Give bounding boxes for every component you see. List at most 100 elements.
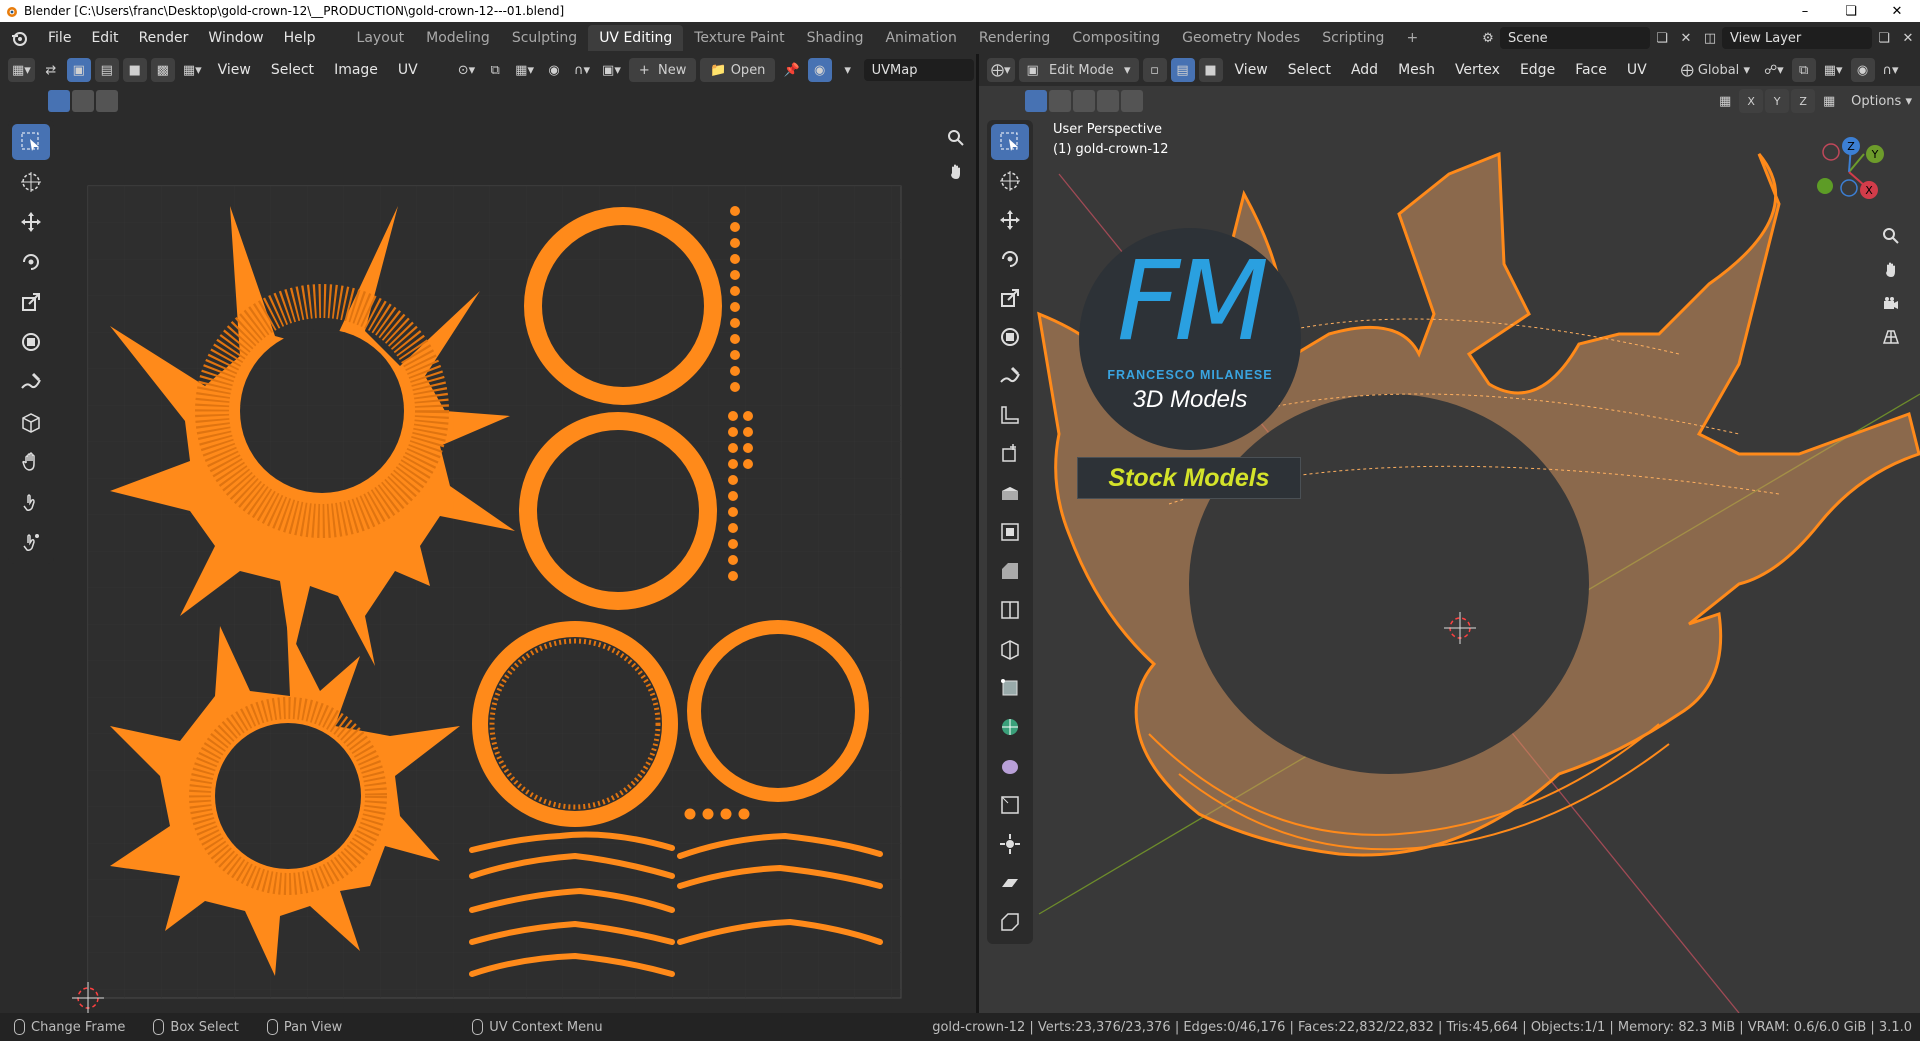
- vp-pan-hand-icon[interactable]: [1877, 256, 1905, 284]
- loop-cut-tool-icon[interactable]: [991, 592, 1029, 628]
- delete-view-layer-icon[interactable]: ✕: [1896, 26, 1920, 50]
- proportional-editing-icon[interactable]: ◉: [1850, 58, 1875, 82]
- view-layer-icon[interactable]: ◫: [1698, 26, 1722, 50]
- knife-tool-icon[interactable]: [991, 631, 1029, 667]
- vp-select-subtract-icon[interactable]: [1073, 90, 1095, 112]
- menu-render[interactable]: Render: [129, 22, 199, 54]
- tab-scripting[interactable]: Scripting: [1311, 25, 1395, 51]
- uvmap-field[interactable]: UVMap: [863, 59, 974, 81]
- image-browse-icon[interactable]: ▣▾: [598, 58, 625, 82]
- open-image-button[interactable]: 📁 Open: [700, 58, 776, 82]
- scale-tool-icon[interactable]: [12, 284, 50, 320]
- mirror-x-toggle[interactable]: X: [1739, 89, 1764, 113]
- vp-move-tool-icon[interactable]: [991, 202, 1029, 238]
- delete-scene-icon[interactable]: ✕: [1674, 26, 1698, 50]
- smooth-tool-icon[interactable]: [991, 748, 1029, 784]
- rip-tool-icon[interactable]: [12, 404, 50, 440]
- vertex-mode-icon[interactable]: ▫: [1142, 58, 1167, 82]
- mirror-y-toggle[interactable]: Y: [1765, 89, 1790, 113]
- select-new-icon[interactable]: [48, 90, 70, 112]
- falloff-icon[interactable]: ∩▾: [570, 58, 594, 82]
- vp-select-box-tool-icon[interactable]: [991, 124, 1029, 160]
- tab-animation[interactable]: Animation: [874, 25, 967, 51]
- auto-merge-icon[interactable]: ▦: [1817, 89, 1841, 113]
- mode-dropdown[interactable]: ▣ Edit Mode ▾: [1018, 58, 1139, 82]
- tab-modeling[interactable]: Modeling: [415, 25, 501, 51]
- snapping-icon[interactable]: ⧉: [1791, 58, 1816, 82]
- vp-zoom-icon[interactable]: [1877, 222, 1905, 250]
- menu-file[interactable]: File: [38, 22, 81, 54]
- mirror-z-toggle[interactable]: Z: [1791, 89, 1816, 113]
- face-mode-icon[interactable]: ■: [1198, 58, 1223, 82]
- pivot-point-icon[interactable]: ☍▾: [1760, 58, 1788, 82]
- viewport-menu-add[interactable]: Add: [1343, 62, 1386, 78]
- rotate-tool-icon[interactable]: [12, 244, 50, 280]
- shrink-fatten-tool-icon[interactable]: [991, 826, 1029, 862]
- snap-icon[interactable]: ⧉: [483, 58, 507, 82]
- options-dropdown[interactable]: Options ▾: [1843, 89, 1920, 113]
- new-view-layer-icon[interactable]: ❏: [1872, 26, 1896, 50]
- pinch-tool-icon[interactable]: [12, 524, 50, 560]
- inset-tool-icon[interactable]: [991, 514, 1029, 550]
- vertex-select-icon[interactable]: ▣: [66, 58, 91, 82]
- mirror-icon[interactable]: ▦: [1713, 89, 1737, 113]
- bevel-tool-icon[interactable]: [991, 553, 1029, 589]
- viewport-canvas[interactable]: [979, 54, 1920, 1013]
- uv-sync-icon[interactable]: ⇄: [39, 58, 63, 82]
- relax-tool-icon[interactable]: [12, 484, 50, 520]
- menu-window[interactable]: Window: [198, 22, 273, 54]
- select-extend-icon[interactable]: [72, 90, 94, 112]
- transform-tool-icon[interactable]: [12, 324, 50, 360]
- viewport-menu-vertex[interactable]: Vertex: [1447, 62, 1508, 78]
- scene-icon[interactable]: ⚙: [1476, 26, 1500, 50]
- proportional-falloff-icon[interactable]: ∩▾: [1879, 58, 1903, 82]
- move-tool-icon[interactable]: [12, 204, 50, 240]
- vp-select-extend-icon[interactable]: [1049, 90, 1071, 112]
- sticky-select-icon[interactable]: ▦▾: [179, 58, 206, 82]
- navigation-gizmo[interactable]: Z Y X: [1809, 130, 1889, 210]
- rip-region-tool-icon[interactable]: [991, 904, 1029, 940]
- viewport-menu-view[interactable]: View: [1227, 62, 1276, 78]
- ortho-grid-icon[interactable]: [1877, 322, 1905, 350]
- snap-target-icon[interactable]: ▦▾: [511, 58, 538, 82]
- select-subtract-icon[interactable]: [96, 90, 118, 112]
- tab-uv-editing[interactable]: UV Editing: [588, 25, 684, 51]
- uv-menu-uv[interactable]: UV: [390, 62, 426, 78]
- add-workspace-icon[interactable]: +: [1395, 25, 1429, 51]
- vp-select-new-icon[interactable]: [1025, 90, 1047, 112]
- add-cube-tool-icon[interactable]: [991, 436, 1029, 472]
- edge-slide-tool-icon[interactable]: [991, 787, 1029, 823]
- viewport-menu-edge[interactable]: Edge: [1512, 62, 1563, 78]
- vp-transform-tool-icon[interactable]: [991, 319, 1029, 355]
- tab-rendering[interactable]: Rendering: [968, 25, 1062, 51]
- uv-menu-select[interactable]: Select: [263, 62, 322, 78]
- edge-mode-icon[interactable]: ▤: [1170, 58, 1195, 82]
- overlay-icon[interactable]: ◉: [807, 58, 832, 82]
- vp-select-intersect-icon[interactable]: [1121, 90, 1143, 112]
- snap-element-icon[interactable]: ▦▾: [1820, 58, 1847, 82]
- grab-tool-icon[interactable]: [12, 444, 50, 480]
- tab-compositing[interactable]: Compositing: [1061, 25, 1171, 51]
- scene-field[interactable]: Scene: [1500, 27, 1650, 49]
- viewport-menu-face[interactable]: Face: [1567, 62, 1615, 78]
- tab-texture-paint[interactable]: Texture Paint: [683, 25, 795, 51]
- face-select-icon[interactable]: ■: [122, 58, 147, 82]
- zoom-icon[interactable]: [942, 124, 970, 152]
- new-scene-icon[interactable]: ❏: [1650, 26, 1674, 50]
- uv-canvas[interactable]: [0, 116, 976, 1013]
- poly-build-tool-icon[interactable]: [991, 670, 1029, 706]
- spin-tool-icon[interactable]: [991, 709, 1029, 745]
- vp-cursor-tool-icon[interactable]: [991, 163, 1029, 199]
- shear-tool-icon[interactable]: [991, 865, 1029, 901]
- camera-view-icon[interactable]: [1877, 290, 1905, 318]
- maximize-icon[interactable]: ❏: [1828, 0, 1874, 22]
- edge-select-icon[interactable]: ▤: [94, 58, 119, 82]
- close-icon[interactable]: ✕: [1874, 0, 1920, 22]
- menu-edit[interactable]: Edit: [81, 22, 128, 54]
- uv-menu-image[interactable]: Image: [326, 62, 386, 78]
- editor-type-icon[interactable]: ▦▾: [8, 58, 35, 82]
- tab-geometry-nodes[interactable]: Geometry Nodes: [1171, 25, 1311, 51]
- island-select-icon[interactable]: ▩: [150, 58, 175, 82]
- viewport-editor-type-icon[interactable]: ⨁▾: [987, 58, 1015, 82]
- menu-help[interactable]: Help: [274, 22, 326, 54]
